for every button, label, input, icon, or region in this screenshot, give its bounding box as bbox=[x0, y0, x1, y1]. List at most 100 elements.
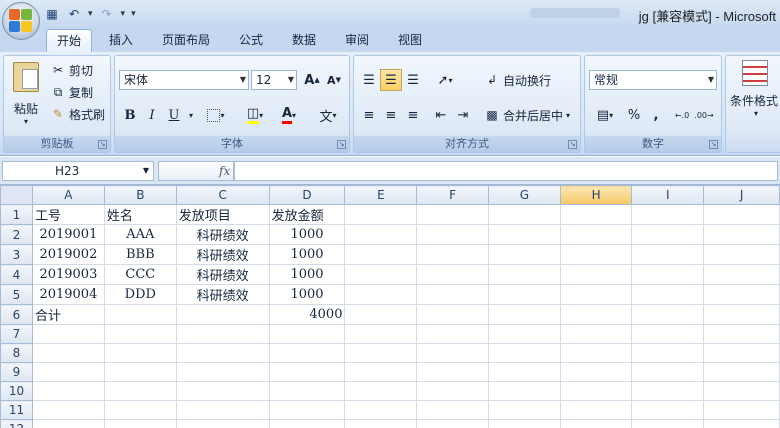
column-header-e[interactable]: E bbox=[344, 185, 418, 205]
cell-a9[interactable] bbox=[31, 362, 105, 382]
tab-review[interactable]: 审阅 bbox=[335, 29, 379, 52]
shrink-font-button[interactable]: A ▼ bbox=[323, 69, 345, 91]
percent-button[interactable]: % bbox=[623, 104, 645, 126]
cell-a5[interactable]: 2019004 bbox=[31, 284, 105, 305]
cell-j2[interactable] bbox=[703, 224, 780, 245]
cell-e10[interactable] bbox=[344, 381, 418, 401]
cell-d5[interactable]: 1000 bbox=[268, 284, 346, 305]
row-header[interactable]: 10 bbox=[0, 381, 33, 401]
undo-icon[interactable]: ↶ bbox=[66, 6, 82, 22]
conditional-formatting-button[interactable]: 条件格式 ▾ bbox=[730, 60, 780, 118]
cell-d11[interactable] bbox=[268, 400, 346, 420]
cell-h2[interactable] bbox=[559, 224, 633, 245]
clipboard-launcher-icon[interactable]: ↘ bbox=[98, 140, 107, 149]
cell-a8[interactable] bbox=[31, 343, 105, 363]
cell-b3[interactable]: BBB bbox=[103, 244, 177, 265]
orientation-button[interactable]: ➚ ▾ bbox=[430, 69, 460, 91]
cell-e9[interactable] bbox=[344, 362, 418, 382]
cell-d7[interactable] bbox=[268, 324, 346, 344]
cell-g1[interactable] bbox=[487, 204, 561, 225]
cell-i7[interactable] bbox=[631, 324, 705, 344]
cell-c4[interactable]: 科研绩效 bbox=[175, 264, 270, 285]
cell-i5[interactable] bbox=[631, 284, 705, 305]
cell-e4[interactable] bbox=[344, 264, 418, 285]
number-format-select[interactable]: 常规 ▼ bbox=[589, 70, 717, 90]
align-bottom-button[interactable]: ☰ bbox=[402, 69, 424, 91]
cell-j1[interactable] bbox=[703, 204, 780, 225]
copy-button[interactable]: ⧉ 复制 bbox=[50, 82, 93, 102]
alignment-launcher-icon[interactable]: ↘ bbox=[568, 140, 577, 149]
cell-f10[interactable] bbox=[416, 381, 489, 401]
row-header[interactable]: 1 bbox=[0, 204, 33, 225]
cell-c1[interactable]: 发放项目 bbox=[175, 204, 270, 225]
name-box[interactable]: H23 ▼ bbox=[2, 161, 154, 181]
cell-h7[interactable] bbox=[559, 324, 633, 344]
cell-f12[interactable] bbox=[416, 419, 489, 428]
align-center-button[interactable]: ≡ bbox=[380, 104, 402, 126]
cell-d6[interactable]: 4000 bbox=[268, 304, 346, 325]
cell-e3[interactable] bbox=[344, 244, 418, 265]
number-launcher-icon[interactable]: ↘ bbox=[709, 140, 718, 149]
cell-i2[interactable] bbox=[631, 224, 705, 245]
cell-d2[interactable]: 1000 bbox=[268, 224, 346, 245]
cell-h1[interactable] bbox=[559, 204, 633, 225]
cell-g11[interactable] bbox=[487, 400, 561, 420]
cell-b7[interactable] bbox=[103, 324, 177, 344]
cell-a3[interactable]: 2019002 bbox=[31, 244, 105, 265]
grow-font-button[interactable]: A ▲ bbox=[301, 69, 323, 91]
cell-c6[interactable] bbox=[175, 304, 270, 325]
cell-b12[interactable] bbox=[103, 419, 177, 428]
format-painter-button[interactable]: ✎ 格式刷 bbox=[50, 104, 105, 124]
paste-button[interactable]: 粘贴 ▾ bbox=[8, 60, 44, 126]
cell-h11[interactable] bbox=[559, 400, 633, 420]
cell-b5[interactable]: DDD bbox=[103, 284, 177, 305]
cell-c3[interactable]: 科研绩效 bbox=[175, 244, 270, 265]
row-header[interactable]: 3 bbox=[0, 244, 33, 265]
tab-formulas[interactable]: 公式 bbox=[229, 29, 273, 52]
cell-j8[interactable] bbox=[703, 343, 780, 363]
row-header[interactable]: 2 bbox=[0, 224, 33, 245]
cell-e12[interactable] bbox=[344, 419, 418, 428]
cell-c8[interactable] bbox=[175, 343, 270, 363]
cell-e6[interactable] bbox=[344, 304, 418, 325]
cell-c12[interactable] bbox=[175, 419, 270, 428]
cell-a7[interactable] bbox=[31, 324, 105, 344]
decrease-indent-button[interactable]: ⇤ bbox=[430, 104, 452, 126]
select-all-corner[interactable] bbox=[0, 185, 33, 205]
cell-f4[interactable] bbox=[416, 264, 489, 285]
cell-a11[interactable] bbox=[31, 400, 105, 420]
column-header-f[interactable]: F bbox=[416, 185, 489, 205]
font-color-button[interactable]: A ▾ bbox=[273, 104, 305, 126]
accounting-format-button[interactable]: ▤ ▾ bbox=[589, 104, 621, 126]
cell-i4[interactable] bbox=[631, 264, 705, 285]
cell-c7[interactable] bbox=[175, 324, 270, 344]
cell-a1[interactable]: 工号 bbox=[31, 204, 105, 225]
cell-i11[interactable] bbox=[631, 400, 705, 420]
cell-g2[interactable] bbox=[487, 224, 561, 245]
cell-e7[interactable] bbox=[344, 324, 418, 344]
row-header[interactable]: 4 bbox=[0, 264, 33, 285]
cell-g10[interactable] bbox=[487, 381, 561, 401]
cell-a12[interactable] bbox=[31, 419, 105, 428]
tab-page-layout[interactable]: 页面布局 bbox=[152, 29, 220, 52]
wrap-text-button[interactable]: ↲ 自动换行 bbox=[484, 70, 551, 90]
increase-indent-button[interactable]: ⇥ bbox=[452, 104, 474, 126]
cell-b4[interactable]: CCC bbox=[103, 264, 177, 285]
cell-j11[interactable] bbox=[703, 400, 780, 420]
cell-c9[interactable] bbox=[175, 362, 270, 382]
cell-h4[interactable] bbox=[559, 264, 633, 285]
cell-j6[interactable] bbox=[703, 304, 780, 325]
cell-g8[interactable] bbox=[487, 343, 561, 363]
row-header[interactable]: 11 bbox=[0, 400, 33, 420]
italic-button[interactable]: I bbox=[141, 104, 163, 126]
underline-dropdown-icon[interactable]: ▾ bbox=[185, 104, 197, 126]
cell-f8[interactable] bbox=[416, 343, 489, 363]
row-header[interactable]: 12 bbox=[0, 419, 33, 428]
redo-icon[interactable]: ↷ bbox=[99, 6, 115, 22]
cell-h8[interactable] bbox=[559, 343, 633, 363]
cell-c10[interactable] bbox=[175, 381, 270, 401]
cell-j4[interactable] bbox=[703, 264, 780, 285]
cell-h5[interactable] bbox=[559, 284, 633, 305]
cell-c11[interactable] bbox=[175, 400, 270, 420]
cell-b11[interactable] bbox=[103, 400, 177, 420]
